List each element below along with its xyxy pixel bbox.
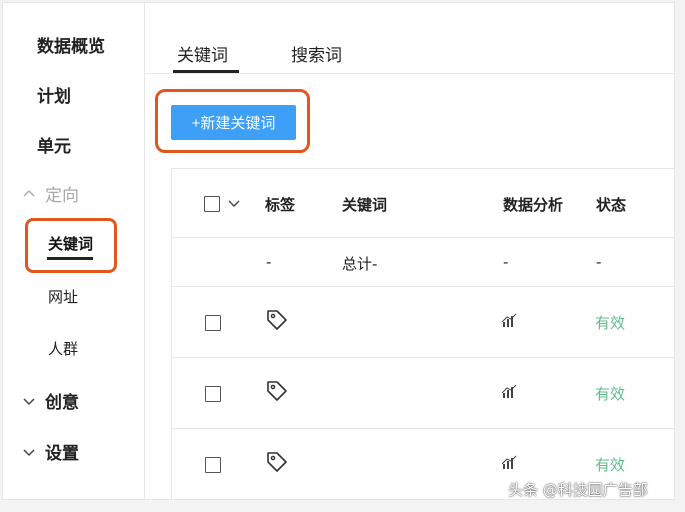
- bar-chart-icon[interactable]: [501, 455, 517, 471]
- app-frame: 数据概览 计划 单元 定向 关键词 网址 人群 创意 设置 关键词 搜索词 +新…: [2, 2, 675, 500]
- bar-chart-icon[interactable]: [501, 313, 517, 329]
- total-analytics-cell: -: [503, 253, 509, 271]
- tag-icon[interactable]: [265, 379, 289, 403]
- row-checkbox[interactable]: [205, 386, 221, 402]
- sidebar-group-creative[interactable]: 创意: [22, 388, 79, 413]
- total-keyword-cell: 总计-: [342, 255, 378, 273]
- status-badge: 有效: [595, 314, 626, 332]
- active-indicator: [47, 257, 93, 260]
- sidebar-item-unit[interactable]: 单元: [37, 132, 71, 157]
- column-header-tag: 标签: [265, 196, 296, 214]
- chevron-down-icon: [23, 448, 35, 456]
- table-header: 标签 关键词 数据分析 状态: [172, 169, 674, 238]
- sidebar-item-keywords[interactable]: 关键词: [48, 233, 93, 254]
- sidebar-item-overview[interactable]: 数据概览: [37, 32, 105, 57]
- sidebar-item-url[interactable]: 网址: [48, 286, 78, 307]
- tag-icon[interactable]: [265, 450, 289, 474]
- sidebar-group-label: 定向: [45, 186, 79, 206]
- status-badge: 有效: [595, 456, 626, 474]
- chevron-up-icon: [23, 189, 35, 197]
- sidebar-item-plan[interactable]: 计划: [37, 82, 71, 107]
- sidebar-group-label: 设置: [45, 444, 79, 464]
- sidebar-group-settings[interactable]: 设置: [22, 439, 79, 464]
- column-header-keyword: 关键词: [342, 196, 388, 214]
- column-header-status: 状态: [596, 196, 627, 214]
- tab-bar: 关键词 搜索词: [145, 3, 674, 74]
- sidebar: 数据概览 计划 单元 定向 关键词 网址 人群 创意 设置: [3, 3, 145, 499]
- total-status-cell: -: [596, 253, 602, 271]
- chevron-down-icon[interactable]: [227, 197, 241, 211]
- status-badge: 有效: [595, 385, 626, 403]
- sidebar-group-targeting[interactable]: 定向: [22, 181, 79, 206]
- table-row: 有效: [172, 358, 674, 429]
- new-keyword-button[interactable]: +新建关键词: [171, 105, 296, 140]
- total-tag-cell: -: [266, 253, 272, 271]
- table-row: 有效: [172, 287, 674, 358]
- active-tab-indicator: [173, 70, 239, 73]
- tab-search-terms[interactable]: 搜索词: [291, 41, 342, 66]
- sidebar-group-label: 创意: [45, 393, 79, 413]
- watermark-text: 头条 @科技园广告部: [508, 481, 648, 499]
- tag-icon[interactable]: [265, 308, 289, 332]
- sidebar-item-audience[interactable]: 人群: [48, 338, 78, 359]
- select-all-checkbox[interactable]: [204, 196, 220, 212]
- bar-chart-icon[interactable]: [501, 384, 517, 400]
- table-total-row: - 总计- - -: [172, 238, 674, 287]
- chevron-down-icon: [23, 397, 35, 405]
- tab-keywords[interactable]: 关键词: [177, 41, 228, 66]
- row-checkbox[interactable]: [205, 457, 221, 473]
- column-header-analytics: 数据分析: [503, 196, 564, 214]
- keyword-table: 标签 关键词 数据分析 状态 - 总计- - - 有效 有效 有效: [171, 168, 674, 499]
- row-checkbox[interactable]: [205, 315, 221, 331]
